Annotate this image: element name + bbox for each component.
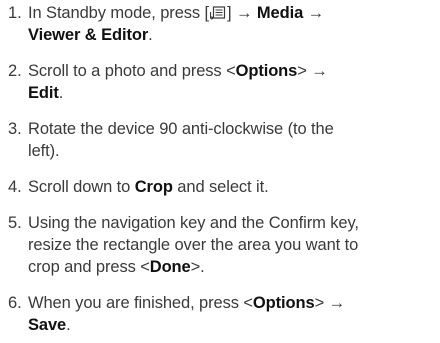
step-line: Rotate the device 90 anti-clockwise (to … [28, 120, 334, 138]
step-number: 5. [8, 214, 22, 232]
step-line: Save. [28, 316, 71, 334]
step-line: Scroll down to Crop and select it. [28, 178, 269, 196]
step-line: When you are finished, press <Options> → [28, 294, 345, 312]
instruction-page: 1. In Standby mode, press [] → Media → V… [0, 0, 440, 343]
step-line: crop and press <Done>. [28, 258, 205, 276]
step-text: In Standby mode, press [] → Media → View… [28, 2, 434, 46]
step-text: Rotate the device 90 anti-clockwise (to … [28, 118, 434, 162]
step-line: In Standby mode, press [] → Media → [28, 4, 325, 22]
step-line: Viewer & Editor. [28, 26, 153, 44]
step-line: Scroll to a photo and press <Options> → [28, 62, 328, 80]
step-number: 2. [8, 62, 22, 80]
step-number: 6. [8, 294, 22, 312]
step-number: 3. [8, 120, 22, 138]
menu-key-icon [210, 6, 226, 20]
step-line: Edit. [28, 84, 64, 102]
step-text: When you are finished, press <Options> →… [28, 292, 434, 336]
step-text: Scroll to a photo and press <Options> → … [28, 60, 434, 104]
step-text: Using the navigation key and the Confirm… [28, 212, 434, 278]
step-line: Using the navigation key and the Confirm… [28, 214, 359, 232]
step-line: resize the rectangle over the area you w… [28, 236, 359, 254]
step-number: 1. [8, 4, 22, 22]
step-line: left). [28, 142, 60, 160]
step-number: 4. [8, 178, 22, 196]
step-text: Scroll down to Crop and select it. [28, 176, 434, 198]
